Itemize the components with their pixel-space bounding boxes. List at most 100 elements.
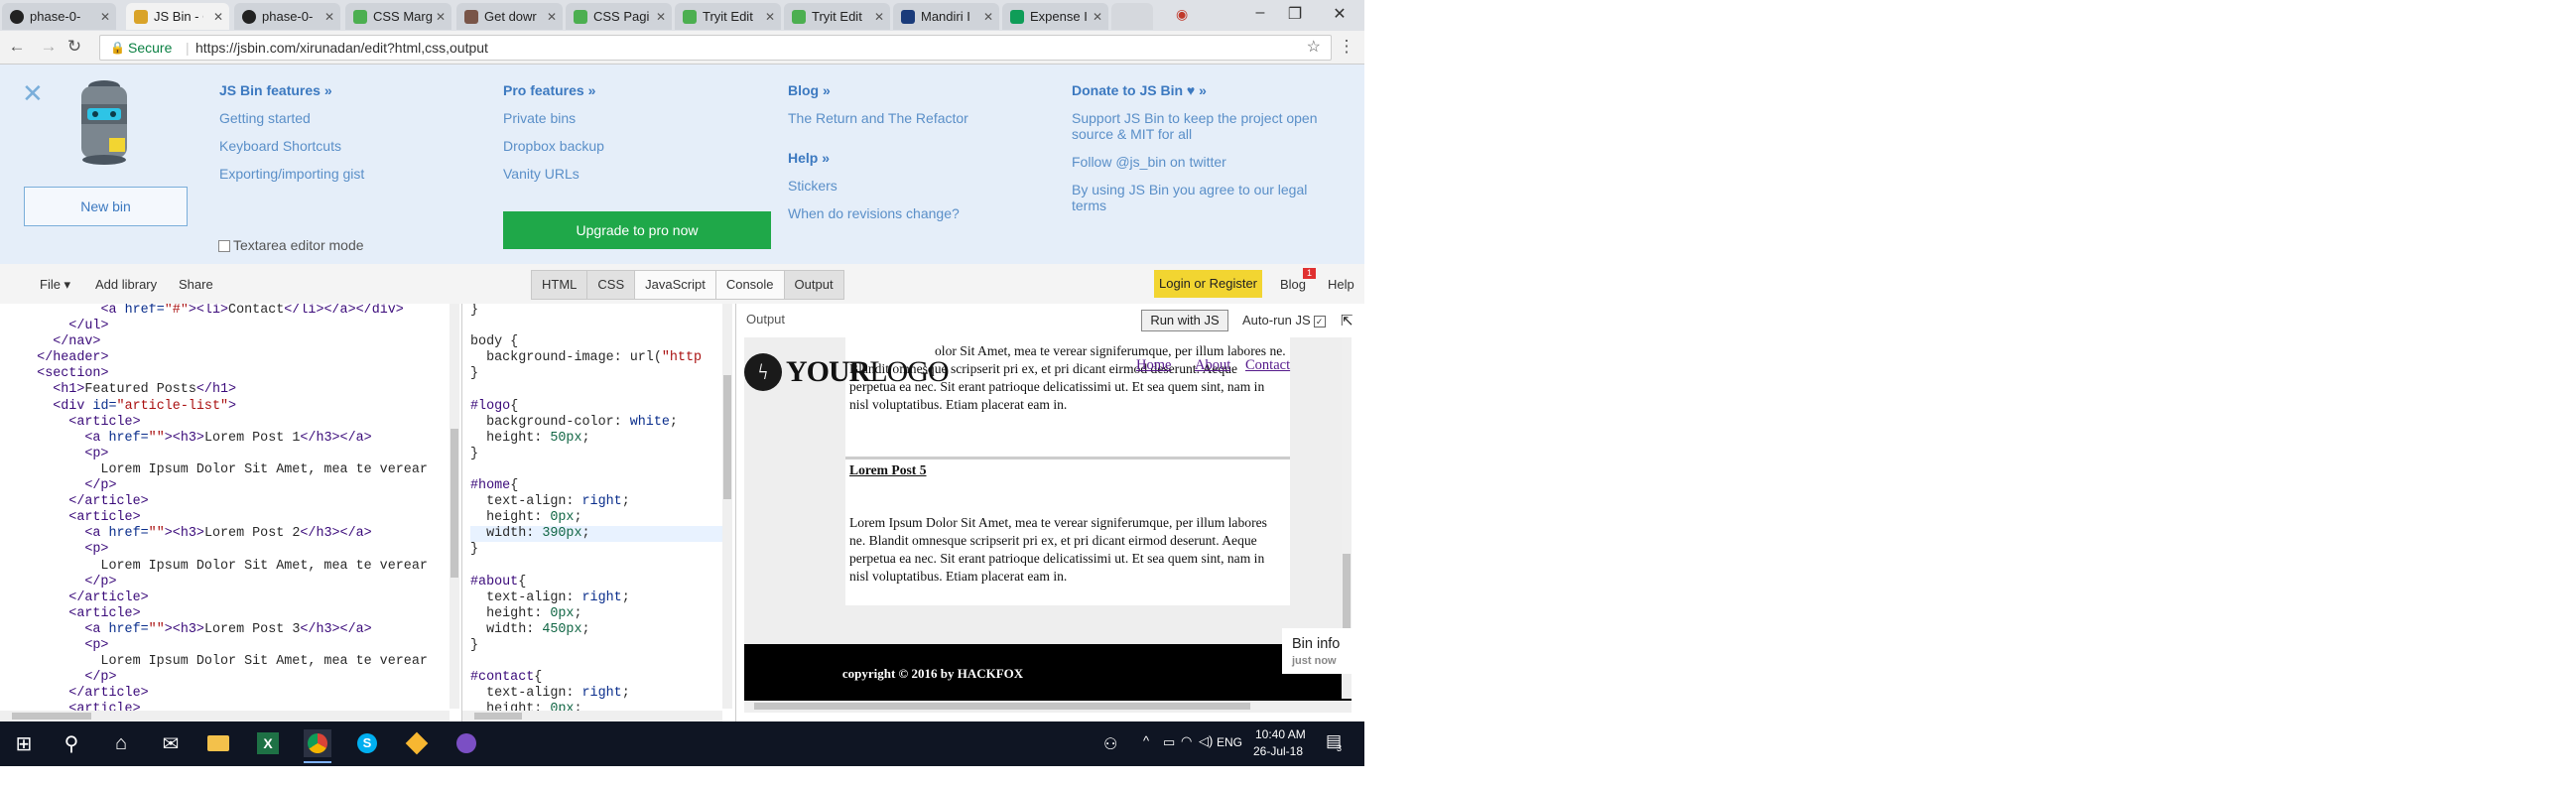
close-panel-icon[interactable]: ✕ — [22, 78, 44, 109]
browser-tab[interactable]: Tryit Edit ✕ — [784, 3, 890, 30]
private-bins-link[interactable]: Private bins — [503, 110, 576, 126]
features-heading[interactable]: JS Bin features » — [219, 82, 332, 98]
new-tab-button[interactable] — [1111, 3, 1153, 30]
vanity-urls-link[interactable]: Vanity URLs — [503, 166, 580, 182]
restore-icon[interactable]: ❐ — [1280, 4, 1310, 24]
support-link[interactable]: Support JS Bin to keep the project open … — [1072, 110, 1330, 142]
browser-tab[interactable]: CSS Marg ✕ — [345, 3, 451, 30]
tab-close-icon[interactable]: ✕ — [983, 10, 993, 24]
auto-run-checkbox[interactable]: ✓ — [1313, 315, 1326, 328]
html-hscroll-thumb[interactable] — [12, 713, 91, 720]
tab-close-icon[interactable]: ✕ — [436, 10, 446, 24]
stickers-link[interactable]: Stickers — [788, 178, 837, 194]
html-vertical-scrollbar[interactable] — [450, 304, 459, 709]
tab-close-icon[interactable]: ✕ — [656, 10, 666, 24]
css-editor[interactable]: } body { background-image: url("http } #… — [462, 304, 736, 721]
exporting-gist-link[interactable]: Exporting/importing gist — [219, 166, 364, 182]
donate-heading[interactable]: Donate to JS Bin ♥ » — [1072, 82, 1207, 98]
excel-icon[interactable]: X — [254, 729, 282, 757]
blog-link[interactable]: Blog — [1280, 277, 1306, 292]
revisions-link[interactable]: When do revisions change? — [788, 205, 960, 221]
git-icon[interactable] — [403, 729, 431, 757]
run-with-js-button[interactable]: Run with JS — [1141, 310, 1228, 331]
pro-heading[interactable]: Pro features » — [503, 82, 595, 98]
nav-home-link[interactable]: Home — [1136, 357, 1171, 374]
skype-icon[interactable]: S — [353, 729, 381, 757]
dropbox-backup-link[interactable]: Dropbox backup — [503, 138, 604, 154]
back-icon[interactable]: ← — [6, 37, 28, 57]
tab-close-icon[interactable]: ✕ — [874, 10, 884, 24]
mail-icon[interactable]: ✉ — [157, 729, 185, 757]
css-hscroll-thumb[interactable] — [474, 713, 522, 720]
html-code[interactable]: <a href="#"><li>Contact</li></a></div> <… — [5, 304, 428, 718]
twitter-link[interactable]: Follow @js_bin on twitter — [1072, 154, 1226, 170]
url-field[interactable]: 🔒 Secure | https://jsbin.com/xirunadan/e… — [99, 35, 1332, 61]
html-editor[interactable]: <a href="#"><li>Contact</li></a></div> <… — [0, 304, 462, 721]
output-hscroll-thumb[interactable] — [754, 703, 1250, 710]
bin-info-button[interactable]: Bin info just now — [1282, 628, 1353, 674]
share-menu[interactable]: Share — [179, 277, 213, 292]
login-register-button[interactable]: Login or Register — [1154, 270, 1262, 298]
tab-close-icon[interactable]: ✕ — [324, 10, 334, 24]
people-icon[interactable]: ⚇ — [1103, 734, 1117, 754]
forward-icon[interactable]: → — [38, 37, 60, 57]
css-horizontal-scrollbar[interactable] — [462, 711, 722, 721]
language-indicator[interactable]: ENG — [1217, 735, 1242, 749]
blog-post-link[interactable]: The Return and The Refactor — [788, 110, 968, 126]
legal-terms-link[interactable]: By using JS Bin you agree to our legal t… — [1072, 182, 1330, 213]
minimize-icon[interactable]: – — [1245, 4, 1275, 22]
textarea-mode-checkbox[interactable] — [218, 240, 230, 253]
tab-close-icon[interactable]: ✕ — [100, 10, 110, 24]
search-icon[interactable]: ⚲ — [58, 729, 85, 757]
bookmark-star-icon[interactable]: ☆ — [1307, 36, 1321, 60]
show-hidden-icons[interactable]: ^ — [1143, 733, 1149, 748]
add-library-menu[interactable]: Add library — [95, 277, 157, 292]
app-icon[interactable] — [452, 729, 480, 757]
chrome-icon[interactable] — [304, 729, 331, 763]
network-icon[interactable]: ◠ — [1181, 733, 1192, 749]
user-profile-icon[interactable]: ◉ — [1176, 6, 1188, 23]
volume-icon[interactable]: ◁) — [1199, 733, 1213, 749]
browser-tab[interactable]: CSS Pagi ✕ — [566, 3, 672, 30]
open-in-new-window-icon[interactable]: ⇱ — [1341, 312, 1353, 329]
blog-heading[interactable]: Blog » — [788, 82, 831, 98]
post-5-link[interactable]: Lorem Post 5 — [849, 462, 927, 478]
browser-tab[interactable]: Get dowr ✕ — [456, 3, 563, 30]
battery-icon[interactable]: ▭ — [1163, 734, 1175, 750]
browser-tab[interactable]: Tryit Edit ✕ — [675, 3, 781, 30]
window-close-icon[interactable]: ✕ — [1325, 4, 1354, 24]
file-menu[interactable]: File ▾ — [40, 277, 70, 293]
tab-output[interactable]: Output — [784, 271, 843, 299]
tab-close-icon[interactable]: ✕ — [1093, 10, 1102, 24]
browser-tab[interactable]: Mandiri I ✕ — [893, 3, 999, 30]
tab-html[interactable]: HTML — [532, 271, 588, 299]
textarea-editor-mode-toggle[interactable]: Textarea editor mode — [218, 237, 364, 253]
tab-css[interactable]: CSS — [587, 271, 636, 299]
tab-close-icon[interactable]: ✕ — [213, 10, 223, 24]
browser-tab-active[interactable]: JS Bin - C ✕ — [126, 3, 229, 30]
reload-icon[interactable]: ↻ — [64, 37, 85, 57]
auto-run-js-toggle[interactable]: Auto-run JS ✓ — [1242, 313, 1326, 328]
css-vertical-scrollbar[interactable] — [722, 304, 732, 709]
browser-tab[interactable]: phase-0- ✕ — [234, 3, 340, 30]
html-scroll-thumb[interactable] — [451, 429, 458, 578]
new-bin-button[interactable]: New bin — [24, 187, 188, 226]
tab-console[interactable]: Console — [715, 271, 785, 299]
browser-tab[interactable]: Expense I ✕ — [1002, 3, 1108, 30]
html-horizontal-scrollbar[interactable] — [0, 711, 450, 721]
keyboard-shortcuts-link[interactable]: Keyboard Shortcuts — [219, 138, 341, 154]
file-explorer-icon[interactable] — [204, 729, 232, 757]
clock-time[interactable]: 10:40 AM — [1255, 727, 1306, 741]
output-horizontal-scrollbar[interactable] — [744, 701, 1352, 712]
clock-date[interactable]: 26-Jul-18 — [1253, 744, 1303, 758]
nav-about-link[interactable]: About — [1195, 357, 1230, 374]
help-link[interactable]: Help — [1328, 277, 1354, 292]
help-heading[interactable]: Help » — [788, 150, 830, 166]
css-code[interactable]: } body { background-image: url("http } #… — [470, 304, 728, 718]
nav-contact-link[interactable]: Contact — [1245, 357, 1290, 374]
tab-javascript[interactable]: JavaScript — [635, 271, 716, 299]
upgrade-pro-button[interactable]: Upgrade to pro now — [503, 211, 771, 249]
tab-close-icon[interactable]: ✕ — [547, 10, 557, 24]
chrome-menu-icon[interactable]: ⋮ — [1336, 37, 1357, 57]
getting-started-link[interactable]: Getting started — [219, 110, 311, 126]
